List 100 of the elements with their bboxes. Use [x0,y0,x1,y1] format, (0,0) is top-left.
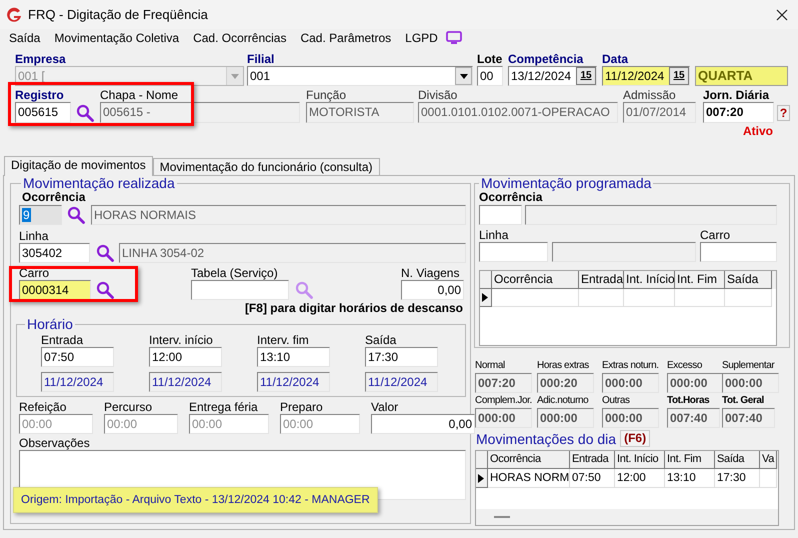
field-label: Ocorrência [479,191,542,204]
input-field[interactable]: 11/12/2024 [149,372,222,392]
field-label: Filial [247,53,276,66]
search-icon[interactable] [96,281,114,299]
input-field[interactable] [479,242,548,262]
input-field[interactable]: 000:00 [722,373,779,393]
date-field[interactable]: 13/12/2024 15 [508,66,597,86]
search-icon[interactable] [67,206,85,224]
input-field[interactable]: 000:00 [602,408,659,428]
column-header[interactable]: Int. Início [615,451,665,469]
input-field[interactable]: 0000314 [19,280,91,300]
field-label: Preparo [280,401,324,414]
tooltip: Origem: Importação - Arquivo Texto - 13/12/2024 10:42 - MANAGER [13,487,378,513]
tab[interactable]: Movimentação do funcionário (consulta) [152,158,380,176]
search-icon[interactable] [76,104,94,122]
combo-box[interactable]: 001 [247,66,473,86]
close-icon[interactable] [776,8,788,20]
table-cell: HORAS NORM [488,469,570,488]
column-header[interactable]: Int. Início [624,271,675,289]
input-field[interactable]: 11/12/2024 [365,372,438,392]
search-icon[interactable] [96,244,114,262]
calendar-button[interactable]: 15 [576,67,596,85]
shortcut-button[interactable]: (F6) [620,430,650,447]
field-label: Linha [19,230,50,243]
menu-item[interactable]: LGPD [405,28,438,46]
input-field[interactable] [479,205,522,225]
column-header[interactable]: Saída [725,271,772,289]
data-grid[interactable]: Ocorrência Entrada Int. Início Int. Fim Saída Va HORAS NORM 07:50 12:00 13:10 17:30 [475,450,779,526]
input-field[interactable]: 000:00 [667,373,724,393]
input-field[interactable]: 07:50 [41,347,114,367]
input-field[interactable] [552,242,696,262]
field-label: Entrega féria [189,401,259,414]
scrollbar[interactable] [476,509,778,525]
input-field[interactable]: 000:00 [602,373,659,393]
field-label: Refeição [19,401,68,414]
field-label: Saída [365,334,398,347]
input-field[interactable]: 0,00 [371,414,475,434]
help-button[interactable]: ? [777,105,790,121]
input-field[interactable] [191,280,289,300]
window-title: FRQ - Digitação de Freqüência [28,6,208,24]
input-field[interactable]: 00 [477,66,503,86]
monitor-icon[interactable] [446,30,462,44]
table-cell [725,289,772,307]
input-field[interactable]: 305402 [19,243,90,263]
input-field[interactable]: 000:00 [475,408,532,428]
column-header[interactable]: Va [760,451,777,469]
input-field[interactable]: 17:30 [365,347,438,367]
input-field[interactable]: 0,00 [401,280,464,300]
table-cell [624,289,675,307]
input-field[interactable]: 11/12/2024 [41,372,114,392]
column-header[interactable]: Int. Fim [665,451,715,469]
row-pointer-icon [478,474,484,482]
column-header[interactable]: Ocorrência [492,271,579,289]
section-title: Movimentações do dia [476,430,616,446]
field-label: Chapa - Nome [100,89,180,102]
row-pointer-icon [482,293,488,302]
input-field[interactable]: 005615 - [100,102,300,123]
menu-item[interactable]: Cad. Ocorrências [193,28,286,46]
input-field[interactable]: 12:00 [149,347,222,367]
input-field[interactable]: HORAS NORMAIS [91,205,466,225]
calendar-button[interactable]: 15 [669,67,689,85]
input-field[interactable]: 007:40 [667,408,720,428]
input-field[interactable] [525,205,777,225]
column-header[interactable]: Entrada [570,451,615,469]
date-field[interactable]: 11/12/2024 15 [602,66,690,86]
menu-item[interactable]: Cad. Parâmetros [300,28,392,46]
data-grid[interactable]: Ocorrência Entrada Int. Início Int. Fim Saída [479,270,777,346]
field-label: Excesso [667,359,702,373]
column-header[interactable]: Entrada [579,271,624,289]
field-label: N. Viagens [401,267,460,280]
field-label: Complem.Jor. [475,394,532,408]
field-label: Horas extras [537,359,589,373]
table-cell [675,289,725,307]
input-field[interactable]: LINHA 3054-02 [119,243,466,263]
field-label: Adic.noturno [537,394,588,408]
input-field[interactable]: MOTORISTA [306,102,414,123]
input-field[interactable]: 000:00 [537,408,594,428]
dropdown-button[interactable] [455,67,472,85]
menu-item[interactable]: Movimentação Coletiva [54,28,180,46]
tab[interactable]: Digitação de movimentos [4,156,153,176]
column-header[interactable]: Int. Fim [675,271,725,289]
group-title: Movimentação programada [479,176,654,190]
input-field[interactable]: 007:20 [703,102,774,123]
field-label: Registro [15,89,65,102]
input-field[interactable]: 0001.0101.0102.0071-OPERACAO [418,102,618,123]
column-header[interactable]: Saída [715,451,760,469]
column-header[interactable]: Ocorrência [488,451,570,469]
input-field[interactable] [700,242,777,262]
input-field[interactable]: 9 [19,205,62,225]
input-field[interactable]: 005615 [15,102,71,123]
input-field[interactable]: 11/12/2024 [257,372,330,392]
input-field[interactable]: 007:20 [475,373,532,393]
field-label: Tot. Geral [722,394,764,408]
table-cell: 12:00 [615,469,665,488]
input-field[interactable]: 007:40 [722,408,775,428]
input-field[interactable]: 13:10 [257,347,330,367]
input-field[interactable]: 000:20 [537,373,594,393]
menu-item[interactable]: Saída [9,28,40,46]
table-cell [760,469,777,488]
input-field[interactable]: 01/07/2014 [623,102,696,123]
